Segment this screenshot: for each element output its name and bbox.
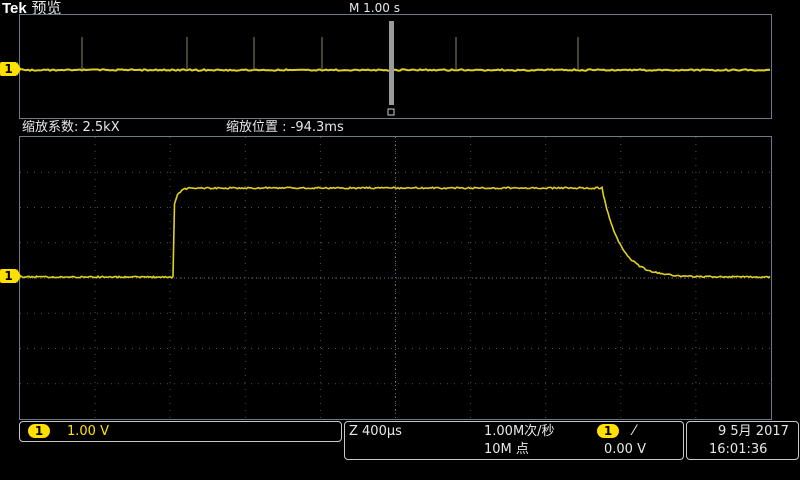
zoom-factor-readout: 缩放系数: 2.5kX	[22, 120, 120, 135]
horizontal-readout-box[interactable]: Z 400µs 1.00M次/秒 10M 点 1 ⁄ 0.00 V	[344, 421, 684, 460]
main-channel1-marker[interactable]: 1	[0, 269, 17, 283]
overview-marker-tip	[17, 62, 21, 76]
time-readout: 16:01:36	[709, 442, 768, 457]
channel1-badge: 1	[28, 424, 50, 438]
trigger-channel-badge: 1	[597, 424, 619, 438]
record-length: 10M 点	[484, 442, 529, 457]
zoom-position-readout: 缩放位置 : -94.3ms	[226, 120, 344, 135]
zoom-timebase: Z 400µs	[349, 424, 402, 439]
horizontal-scale-readout: M 1.00 s	[349, 1, 400, 15]
overview-channel1-marker[interactable]: 1	[0, 62, 17, 76]
zoom-window-indicator	[389, 21, 394, 105]
overview-trace	[20, 21, 771, 116]
zoom-graticule-and-trace	[20, 137, 771, 419]
channel1-scale: 1.00 V	[67, 424, 109, 439]
overview-waveform-pane[interactable]	[19, 14, 772, 119]
main-marker-tip	[17, 269, 21, 283]
zoom-waveform-pane[interactable]	[19, 136, 772, 420]
sample-rate: 1.00M次/秒	[484, 424, 555, 439]
channel1-readout-box[interactable]: 1 1.00 V	[19, 421, 342, 442]
trigger-slope-icon: ⁄	[633, 423, 636, 439]
datetime-box: 9 5月 2017 16:01:36	[686, 421, 799, 460]
date-readout: 9 5月 2017	[718, 424, 789, 439]
overview-waveform	[20, 68, 771, 72]
trigger-level: 0.00 V	[604, 442, 646, 457]
zoom-window-handle	[387, 108, 395, 116]
